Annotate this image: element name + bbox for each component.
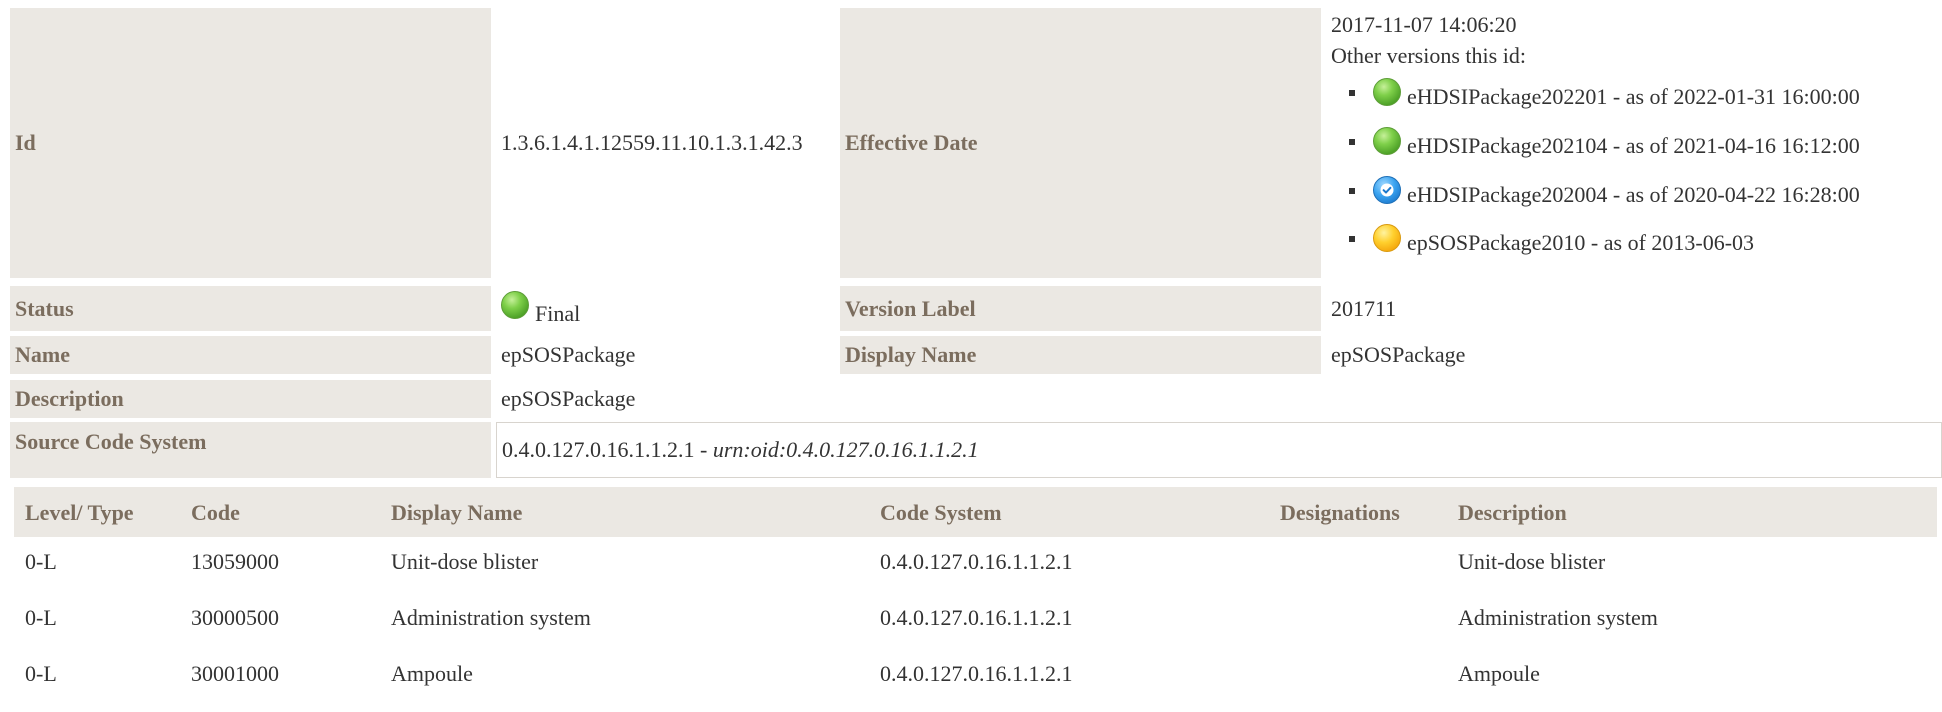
bullet-icon: [1349, 139, 1355, 145]
display-name-label: Display Name: [840, 336, 1321, 374]
bullet-icon: [1349, 90, 1355, 96]
cell-description: Unit-dose blister: [1458, 549, 1606, 574]
concept-table-header: Level/ Type Code Display Name Code Syste…: [14, 487, 1937, 537]
version-label-label: Version Label: [840, 286, 1321, 331]
version-label-label-text: Version Label: [845, 295, 976, 321]
cell-code: 30001000: [191, 661, 279, 686]
column-header-description: Description: [1458, 500, 1567, 525]
check-icon: [1380, 183, 1394, 197]
other-versions-label: Other versions this id:: [1331, 43, 1526, 68]
column-header-display-name: Display Name: [391, 500, 523, 525]
source-code-system-separator: -: [694, 437, 713, 462]
display-name-value: epSOSPackage: [1331, 336, 1931, 374]
name-label: Name: [10, 336, 491, 374]
yellow-circle-icon: [1373, 224, 1401, 252]
version-text: eHDSIPackage202004 - as of 2020-04-22 16…: [1407, 182, 1860, 207]
source-code-system-urn: urn:oid:0.4.0.127.0.16.1.1.2.1: [712, 437, 979, 462]
description-label: Description: [10, 380, 491, 418]
name-value: epSOSPackage: [501, 336, 837, 374]
column-header-level-type: Level/ Type: [25, 500, 134, 525]
cell-code-system: 0.4.0.127.0.16.1.1.2.1: [880, 661, 1073, 686]
effective-date-value: 2017-11-07 14:06:20 Other versions this …: [1331, 12, 1931, 272]
status-value: Final: [501, 286, 837, 331]
column-header-code-system: Code System: [880, 500, 1002, 525]
green-circle-icon: [501, 290, 529, 319]
description-label-text: Description: [15, 386, 124, 411]
source-code-system-value: 0.4.0.127.0.16.1.1.2.1 - urn:oid:0.4.0.1…: [496, 422, 1942, 478]
status-label: Status: [10, 286, 491, 331]
id-label: Id: [10, 8, 491, 278]
cell-display-name: Ampoule: [391, 661, 473, 686]
cell-code: 30000500: [191, 605, 279, 630]
cell-description: Administration system: [1458, 605, 1658, 630]
name-value-text: epSOSPackage: [501, 342, 636, 367]
cell-code-system: 0.4.0.127.0.16.1.1.2.1: [880, 549, 1073, 574]
source-code-system-oid: 0.4.0.127.0.16.1.1.2.1: [502, 437, 695, 462]
status-label-text: Status: [15, 295, 74, 321]
version-text: epSOSPackage2010 - as of 2013-06-03: [1407, 230, 1755, 255]
table-row[interactable]: 0-L 30000500 Administration system 0.4.0…: [14, 597, 1937, 641]
cell-code: 13059000: [191, 549, 279, 574]
cell-display-name: Unit-dose blister: [391, 549, 539, 574]
status-value-text: Final: [535, 300, 581, 326]
id-value: 1.3.6.1.4.1.12559.11.10.1.3.1.42.3: [501, 8, 837, 278]
version-text: eHDSIPackage202104 - as of 2021-04-16 16…: [1407, 133, 1860, 158]
source-code-system-label-text: Source Code System: [15, 429, 207, 454]
effective-date-label: Effective Date: [840, 8, 1321, 278]
cell-level-type: 0-L: [25, 605, 57, 630]
column-header-code: Code: [191, 500, 240, 525]
cell-level-type: 0-L: [25, 549, 57, 574]
display-name-label-text: Display Name: [845, 342, 977, 367]
green-circle-icon: [1373, 78, 1401, 106]
version-label-value: 201711: [1331, 286, 1931, 331]
id-label-text: Id: [15, 130, 36, 155]
display-name-value-text: epSOSPackage: [1331, 342, 1466, 367]
table-row[interactable]: 0-L 30001000 Ampoule 0.4.0.127.0.16.1.1.…: [14, 653, 1937, 697]
version-text: eHDSIPackage202201 - as of 2022-01-31 16…: [1407, 84, 1860, 109]
cell-code-system: 0.4.0.127.0.16.1.1.2.1: [880, 605, 1073, 630]
cell-level-type: 0-L: [25, 661, 57, 686]
name-label-text: Name: [15, 342, 70, 367]
cell-display-name: Administration system: [391, 605, 591, 630]
version-link-2020[interactable]: eHDSIPackage202004 - as of 2020-04-22 16…: [1349, 172, 1860, 208]
description-value-text: epSOSPackage: [501, 386, 636, 411]
column-header-designations: Designations: [1280, 500, 1400, 525]
version-label-value-text: 201711: [1331, 295, 1397, 321]
blue-check-circle-icon: [1373, 176, 1401, 204]
version-link-2021[interactable]: eHDSIPackage202104 - as of 2021-04-16 16…: [1349, 123, 1860, 159]
bullet-icon: [1349, 188, 1355, 194]
cell-description: Ampoule: [1458, 661, 1540, 686]
id-value-text: 1.3.6.1.4.1.12559.11.10.1.3.1.42.3: [501, 130, 803, 155]
effective-date-text: 2017-11-07 14:06:20: [1331, 12, 1517, 37]
source-code-system-label: Source Code System: [10, 422, 491, 478]
effective-date-label-text: Effective Date: [845, 130, 978, 155]
version-link-2010[interactable]: epSOSPackage2010 - as of 2013-06-03: [1349, 220, 1754, 256]
green-circle-icon: [1373, 127, 1401, 155]
table-row[interactable]: 0-L 13059000 Unit-dose blister 0.4.0.127…: [14, 541, 1937, 585]
version-link-2022[interactable]: eHDSIPackage202201 - as of 2022-01-31 16…: [1349, 74, 1860, 110]
description-value: epSOSPackage: [501, 380, 1101, 418]
bullet-icon: [1349, 236, 1355, 242]
